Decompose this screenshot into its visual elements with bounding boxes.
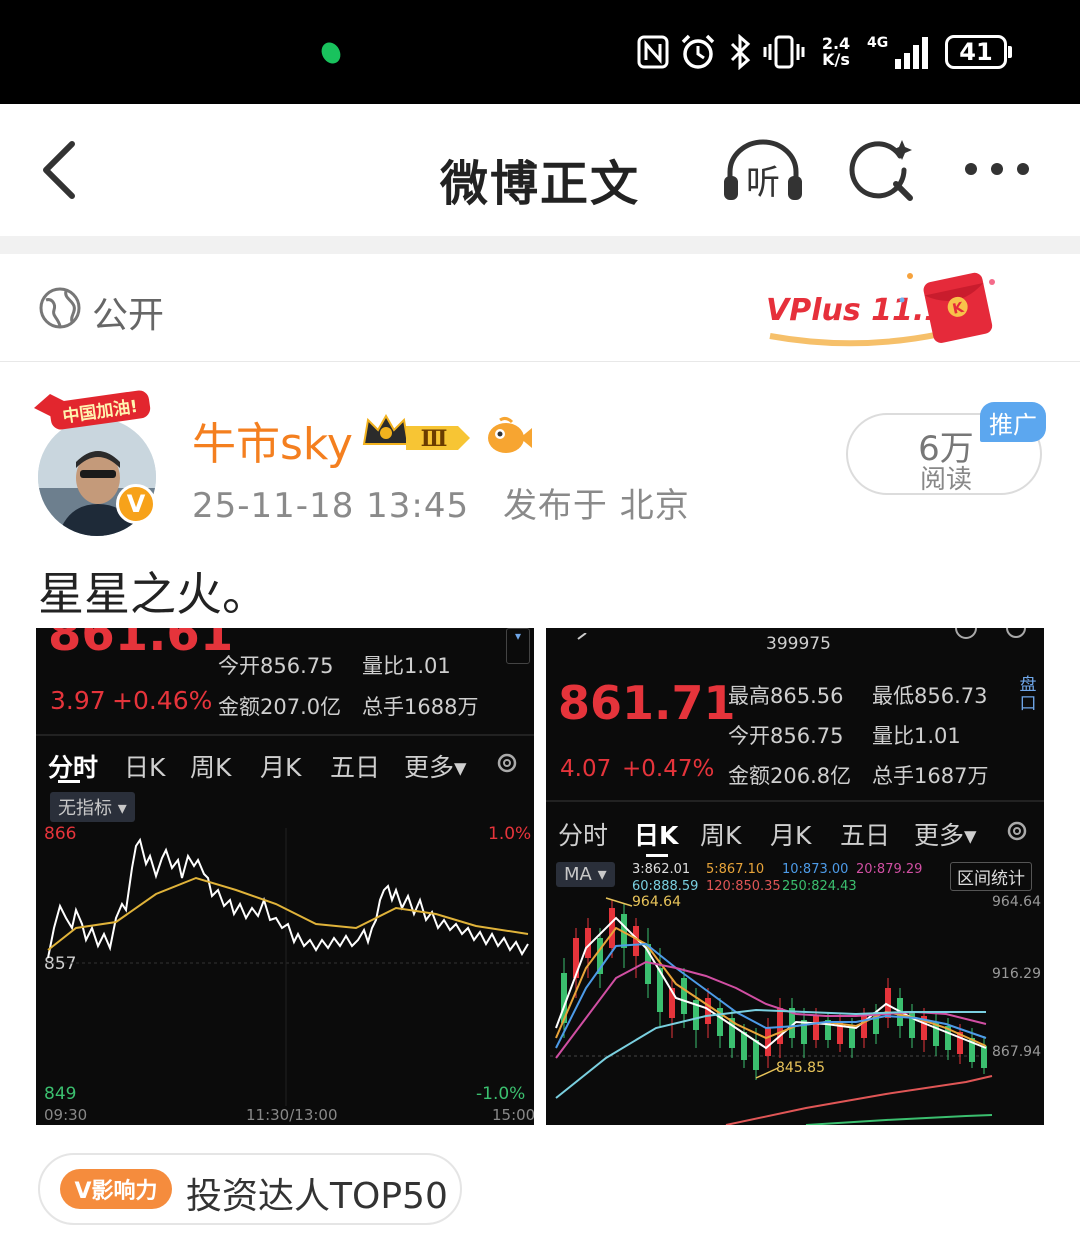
listen-label: 听	[746, 163, 780, 203]
page-title: 微博正文	[439, 156, 640, 212]
visibility-label: 公开	[92, 295, 165, 336]
status-bar: 2.4 K/s 4G 41	[0, 0, 1080, 104]
visibility-row: 公开 VPlus 11.11 K	[0, 254, 1080, 362]
more-icon[interactable]	[962, 160, 1032, 182]
post-image-intraday[interactable]: 861.61 3.97 +0.46% 今开856.75 量比1.01 金额207…	[36, 628, 534, 1125]
img1-intraday-plot	[46, 828, 530, 1106]
top-nav-bar: 微博正文 听	[0, 104, 1080, 236]
author-header: 中国加油! V 牛市sky Ⅲ 25-11-18 13:45 发布于 北京 6万…	[0, 380, 1080, 536]
member-crown-icon[interactable]: Ⅲ	[362, 413, 474, 462]
svg-text:4G: 4G	[867, 35, 888, 51]
signal-icon: 4G	[864, 28, 934, 76]
listen-button[interactable]: 听	[720, 136, 806, 210]
post-timestamp: 25-11-18 13:45	[192, 486, 470, 526]
post-image-kline[interactable]: 399975 861.71 4.07 +0.47% 最高865.56 最低856…	[546, 628, 1044, 1125]
bluetooth-icon	[726, 28, 754, 76]
avatar-flag-badge: 中国加油!	[30, 388, 160, 432]
img1-side-tab: ▾	[506, 628, 530, 664]
promo-badge: 推广	[980, 402, 1046, 442]
fish-badge-icon[interactable]	[486, 416, 534, 460]
influence-tag-text: 投资达人TOP50	[186, 1176, 448, 1217]
app-indicator-icon	[317, 39, 345, 67]
red-envelope-icon: K	[923, 272, 993, 343]
author-name[interactable]: 牛市sky	[192, 408, 353, 472]
alarm-icon	[678, 28, 718, 76]
net-speed: 2.4 K/s	[821, 34, 851, 69]
verified-badge: V	[116, 484, 156, 524]
vplus-banner[interactable]: VPlus 11.11 K	[760, 266, 1010, 356]
member-level: Ⅲ	[421, 426, 448, 452]
search-icon[interactable]	[848, 136, 918, 210]
battery-indicator: 41	[945, 35, 1012, 69]
influence-badge: V影响力	[60, 1169, 172, 1209]
post-text: 星星之火。	[38, 567, 268, 621]
nfc-icon	[636, 28, 670, 76]
post-meta: 25-11-18 13:45 发布于 北京	[192, 478, 690, 527]
img2-kline-plot	[550, 897, 993, 1125]
read-label: 阅读	[919, 465, 972, 495]
vibrate-icon	[762, 28, 806, 76]
influence-tag[interactable]: V影响力 投资达人TOP50	[38, 1153, 462, 1225]
globe-icon	[38, 286, 82, 334]
section-divider	[0, 236, 1080, 254]
post-location: 发布于 北京	[502, 486, 690, 526]
